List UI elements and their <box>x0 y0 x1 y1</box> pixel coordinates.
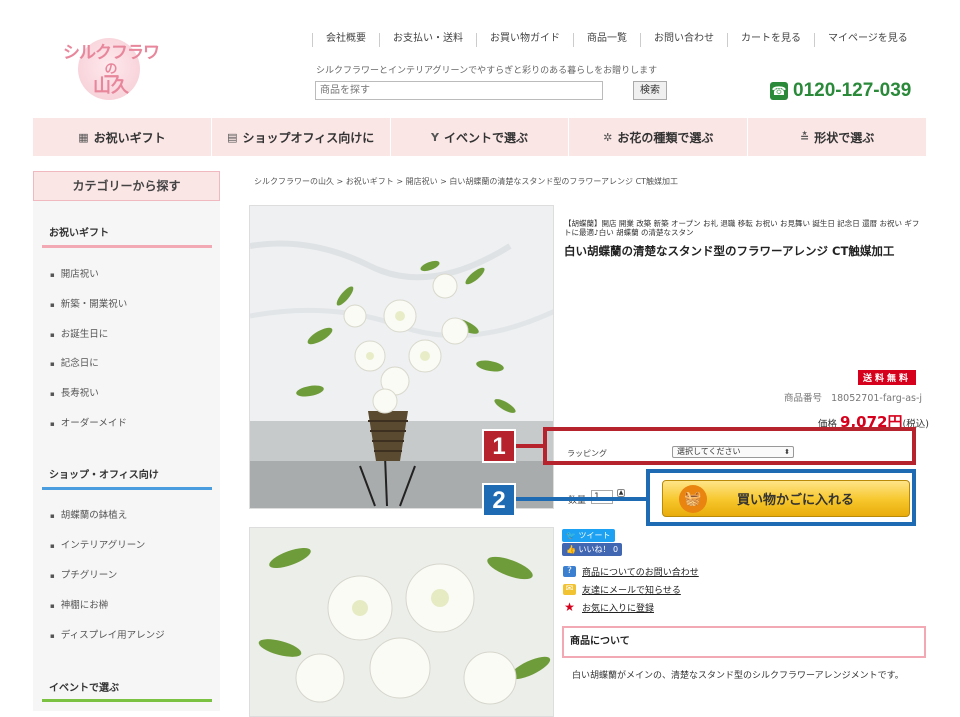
product-inquiry-link[interactable]: ? 商品についてのお問い合わせ <box>563 565 699 578</box>
search-button[interactable]: 検索 <box>633 81 667 100</box>
sidebar-item-orchid-pot[interactable]: 胡蝶蘭の鉢植え <box>50 507 128 521</box>
annotation-box-2 <box>646 469 916 526</box>
section-divider <box>42 245 212 248</box>
question-icon: ? <box>563 566 576 577</box>
free-shipping-badge: 送料無料 <box>858 370 917 385</box>
building-icon: ▤ <box>227 130 238 144</box>
orchid-closeup-image <box>250 528 553 716</box>
site-logo[interactable]: シルクフラワー の 山久 <box>56 34 166 104</box>
annotation-box-1 <box>543 427 916 465</box>
annotation-tag-1: 1 <box>482 429 516 463</box>
category-sidebar: カテゴリーから探す お祝いギフト 開店祝い 新築・開業祝い お誕生日に 記念日に… <box>33 171 220 711</box>
mail-icon: ✉ <box>563 584 576 595</box>
thumbs-up-icon: 👍 <box>566 545 576 554</box>
sidebar-section-gift: お祝いギフト <box>49 228 109 239</box>
site-tagline: シルクフラワーとインテリアグリーンでやすらぎと彩りのある暮らしをお贈りします <box>316 66 658 76</box>
topnav-company[interactable]: 会社概要 <box>312 33 379 47</box>
product-detail-photo[interactable] <box>249 527 554 717</box>
topnav-payment[interactable]: お支払い・送料 <box>379 33 476 47</box>
gift-icon: ▦ <box>78 130 89 144</box>
product-title: 白い胡蝶蘭の清楚なスタンド型のフラワーアレンジ CT触媒加工 <box>564 244 895 258</box>
orchid-arrangement-image <box>250 206 553 508</box>
topnav-cart[interactable]: カートを見る <box>727 33 814 47</box>
section-divider <box>42 699 212 702</box>
email-friend-link[interactable]: ✉ 友達にメールで知らせる <box>563 583 681 596</box>
annotation-connector-2 <box>516 497 646 501</box>
main-menu: ▦ お祝いギフト ▤ ショップオフィス向けに Y イベントで選ぶ ✲ お花の種類で選ぶ … <box>33 118 926 156</box>
shape-icon: ≛ <box>799 130 810 144</box>
star-icon: ★ <box>564 600 575 614</box>
sidebar-item-interior-green[interactable]: インテリアグリーン <box>50 537 146 551</box>
sku-value: 18052701-farg-as-j <box>831 393 923 404</box>
annotation-tag-2: 2 <box>482 483 516 517</box>
sku-label: 商品番号 <box>784 393 823 404</box>
topnav-guide[interactable]: お買い物ガイド <box>476 33 573 47</box>
sidebar-item-opening[interactable]: 開店祝い <box>50 266 99 280</box>
sidebar-item-display[interactable]: ディスプレイ用アレンジ <box>50 627 165 641</box>
add-favorite-link[interactable]: ★ お気に入りに登録 <box>563 601 654 614</box>
sidebar-item-longevity[interactable]: 長寿祝い <box>50 385 99 399</box>
sidebar-section-event: イベントで選ぶ <box>49 683 119 694</box>
sidebar-item-petit-green[interactable]: プチグリーン <box>50 567 118 581</box>
twitter-icon: 🐦 <box>566 531 576 540</box>
topnav-contact[interactable]: お問い合わせ <box>640 33 727 47</box>
sidebar-item-birthday[interactable]: お誕生日に <box>50 326 109 340</box>
glass-icon: Y <box>431 130 439 144</box>
menu-gift[interactable]: ▦ お祝いギフト <box>33 118 211 156</box>
flower-icon: ✲ <box>603 130 613 144</box>
menu-flower-type[interactable]: ✲ お花の種類で選ぶ <box>568 118 747 156</box>
logo-text-line3: 山久 <box>93 76 129 97</box>
category-heading: カテゴリーから探す <box>33 171 220 201</box>
tweet-button[interactable]: 🐦 ツイート <box>562 529 615 542</box>
product-main-photo[interactable] <box>249 205 554 509</box>
search-input[interactable] <box>315 81 603 100</box>
sidebar-item-order-made[interactable]: オーダーメイド <box>50 415 127 429</box>
phone-icon: ☎ <box>770 82 788 100</box>
sidebar-item-anniversary[interactable]: 記念日に <box>50 355 99 369</box>
sidebar-item-sakaki[interactable]: 神棚にお榊 <box>50 597 109 611</box>
product-sku: 商品番号 18052701-farg-as-j <box>784 390 922 404</box>
section-divider <box>42 487 212 490</box>
menu-shop-office[interactable]: ▤ ショップオフィス向けに <box>210 118 390 156</box>
facebook-like-button[interactable]: 👍 いいね！ 0 <box>562 543 623 556</box>
about-product-heading: 商品について <box>562 626 926 658</box>
phone-number-text: 0120-127-039 <box>793 80 912 101</box>
topnav-products[interactable]: 商品一覧 <box>573 33 640 47</box>
annotation-connector-1 <box>516 444 543 448</box>
breadcrumb[interactable]: シルクフラワーの山久 > お祝いギフト > 開店祝い > 白い胡蝶蘭の清楚なスタ… <box>254 176 678 187</box>
quantity-stepper[interactable]: ▲ <box>617 489 625 497</box>
topnav-mypage[interactable]: マイページを見る <box>814 33 921 47</box>
sidebar-item-new-home[interactable]: 新築・開業祝い <box>50 296 128 310</box>
top-nav: 会社概要 お支払い・送料 お買い物ガイド 商品一覧 お問い合わせ カートを見る … <box>312 33 921 47</box>
product-subtitle: 【胡蝶蘭】開店 開業 改築 新築 オープン お礼 退職 移転 お祝い お見舞い … <box>564 219 920 237</box>
menu-shape[interactable]: ≛ 形状で選ぶ <box>747 118 926 156</box>
about-product-text: 白い胡蝶蘭がメインの、清楚なスタンド型のシルクフラワーアレンジメントです。 <box>572 671 904 681</box>
sidebar-section-shop-office: ショップ・オフィス向け <box>49 470 159 481</box>
menu-event[interactable]: Y イベントで選ぶ <box>389 118 569 156</box>
phone-number[interactable]: ☎ 0120-127-039 <box>770 80 911 102</box>
